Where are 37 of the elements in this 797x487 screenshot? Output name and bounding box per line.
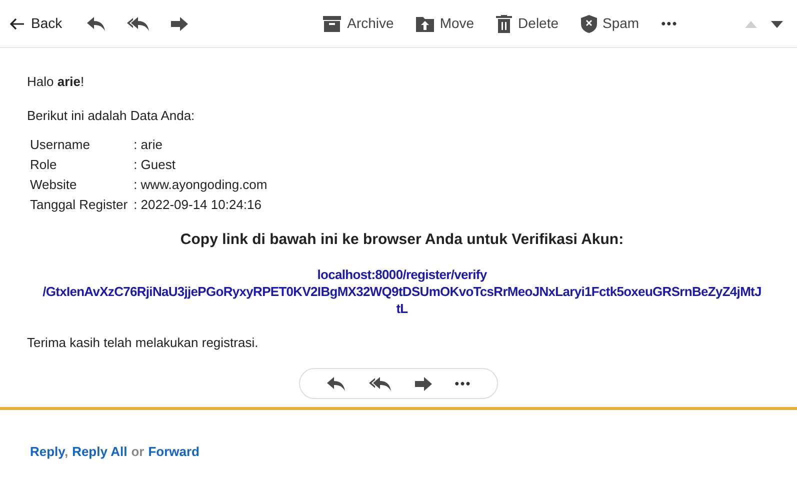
- verification-link[interactable]: localhost:8000/register/verify /GtxIenAvXzC76RjiNaU3jjePGoRyxyRPET0KV2IBgMX32WQ9tDSUmOKvoTcsRrMeoJNxLaryi1Fctk5oxeuGRSrnBeZyZ4jMtJ tL: [27, 266, 777, 316]
- separator-text: ,: [64, 444, 68, 459]
- trash-icon: [496, 14, 512, 32]
- forward-button[interactable]: [170, 16, 190, 30]
- field-value: : Guest: [132, 157, 176, 174]
- thanks-text: Terima kasih telah melakukan registrasi.: [27, 334, 260, 352]
- more-button[interactable]: •••: [454, 374, 472, 394]
- delete-button[interactable]: Delete: [496, 13, 559, 34]
- field-label: Username: [29, 137, 91, 154]
- back-arrow-icon: [10, 18, 25, 30]
- reply-all-button[interactable]: [126, 16, 150, 32]
- reply-all-button[interactable]: [368, 376, 392, 392]
- spam-button[interactable]: Spam: [580, 13, 640, 34]
- field-value: : arie: [132, 137, 164, 154]
- folder-arrow-icon: [416, 16, 434, 32]
- reply-link[interactable]: Reply: [30, 444, 64, 459]
- field-value: : 2022-09-14 10:24:16: [132, 197, 262, 214]
- reply-button[interactable]: [86, 16, 106, 32]
- forward-link[interactable]: Forward: [148, 444, 200, 459]
- more-button[interactable]: •••: [661, 14, 678, 34]
- field-label: Website: [29, 177, 78, 194]
- archive-button[interactable]: Archive: [323, 13, 394, 34]
- next-message-button[interactable]: [771, 18, 783, 28]
- shield-x-icon: [580, 14, 597, 32]
- reply-button[interactable]: [326, 376, 346, 392]
- forward-button[interactable]: [414, 376, 433, 390]
- field-label: Role: [29, 157, 58, 174]
- greeting-text: Halo arie!: [27, 73, 86, 91]
- reply-all-link[interactable]: Reply All: [72, 444, 128, 459]
- field-label: Tanggal Register: [29, 197, 129, 214]
- instruction-heading: Copy link di bawah ini ke browser Anda untuk Verifikasi Akun:: [179, 230, 625, 250]
- move-button[interactable]: Move: [416, 13, 474, 34]
- archive-icon: [323, 16, 342, 32]
- field-value: : www.ayongoding.com: [132, 177, 268, 194]
- intro-text: Berikut ini adalah Data Anda:: [27, 106, 196, 124]
- back-button[interactable]: Back: [10, 13, 62, 34]
- separator-text: or: [131, 444, 144, 459]
